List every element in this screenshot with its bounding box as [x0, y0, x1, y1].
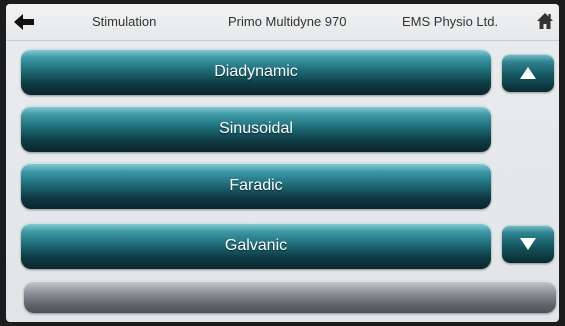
triangle-down-icon: [520, 238, 536, 250]
scroll-down-button[interactable]: [502, 225, 554, 263]
mode-button-empty[interactable]: [24, 281, 556, 313]
touch-screen: Stimulation Primo Multidyne 970 EMS Phys…: [6, 4, 559, 322]
mode-button-sinusoidal[interactable]: Sinusoidal: [21, 106, 491, 152]
mode-label: Faradic: [229, 177, 283, 194]
scroll-up-button[interactable]: [502, 54, 554, 92]
device-name: Primo Multidyne 970: [228, 14, 347, 29]
mode-button-diadynamic[interactable]: Diadynamic: [21, 49, 491, 95]
header-bar: Stimulation Primo Multidyne 970 EMS Phys…: [6, 4, 559, 41]
home-icon[interactable]: [536, 12, 554, 30]
back-arrow-icon[interactable]: [14, 13, 34, 31]
mode-label: Sinusoidal: [219, 120, 293, 137]
mode-label: Diadynamic: [214, 63, 298, 80]
mode-label: Galvanic: [224, 237, 288, 254]
triangle-up-icon: [520, 67, 536, 79]
mode-button-faradic[interactable]: Faradic: [21, 163, 491, 209]
manufacturer-name: EMS Physio Ltd.: [402, 14, 499, 29]
mode-button-galvanic[interactable]: Galvanic: [21, 223, 491, 269]
section-title: Stimulation: [92, 14, 157, 29]
